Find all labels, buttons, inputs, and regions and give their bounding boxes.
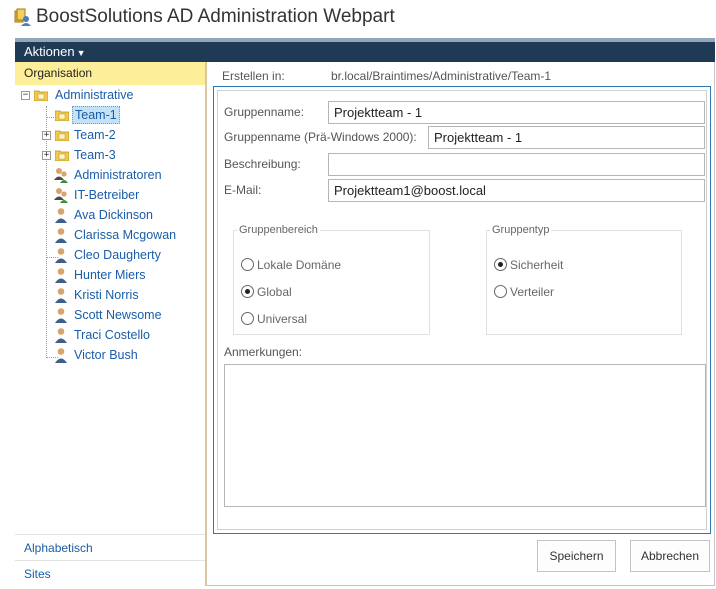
page-title: BoostSolutions AD Administration Webpart [36,6,395,27]
tree-item-user[interactable]: Kristi Norris [15,286,205,304]
group-icon [54,188,68,203]
folder-icon [55,110,69,121]
tree-item-label: Traci Costello [74,328,150,342]
tree-item-label: Cleo Daugherty [74,248,161,262]
tree-item-user[interactable]: Cleo Daugherty [15,246,205,264]
group-type-fieldset: Gruppentyp Sicherheit Verteiler [486,224,682,335]
group-name-input[interactable] [328,101,705,124]
user-icon [55,228,67,243]
scope-option-global[interactable]: Global [241,285,292,299]
nav-alphabetical[interactable]: Alphabetisch [15,534,205,560]
notes-textarea[interactable] [224,364,706,507]
radio-button[interactable] [241,312,254,325]
radio-button[interactable] [494,285,507,298]
radio-label: Verteiler [510,285,555,299]
radio-label: Universal [257,312,308,326]
tree-item-label: Ava Dickinson [74,208,153,222]
tree-item-user[interactable]: Ava Dickinson [15,206,205,224]
tree-item-label: Victor Bush [74,348,138,362]
tree-item-label: Team-2 [74,128,116,142]
group-name-pre2000-label: Gruppenname (Prä-Windows 2000): [224,130,417,144]
email-label: E-Mail: [224,183,262,197]
email-input[interactable] [328,179,705,202]
tree-item-user[interactable]: Hunter Miers [15,266,205,284]
save-button[interactable]: Speichern [537,540,616,572]
nav-organisation[interactable]: Organisation [15,62,205,85]
tree-item-it-betreiber[interactable]: IT-Betreiber [15,186,205,204]
tree-item-user[interactable]: Victor Bush [15,346,205,364]
user-icon [55,288,67,303]
radio-label: Lokale Domäne [257,258,342,272]
tree-item-user[interactable]: Scott Newsome [15,306,205,324]
radio-button-checked[interactable] [241,285,254,298]
group-name-label: Gruppenname: [224,105,305,119]
tree-item-label: Hunter Miers [74,268,146,282]
user-icon [55,248,67,263]
tree-item-label: Scott Newsome [74,308,162,322]
group-scope-fieldset: Gruppenbereich Lokale Domäne Global Univ… [233,224,430,335]
expand-icon[interactable]: + [42,131,51,140]
created-in-path: br.local/Braintimes/Administrative/Team-… [331,69,552,83]
tree-item-administratoren[interactable]: Administratoren [15,166,205,184]
radio-button-checked[interactable] [494,258,507,271]
group-name-pre2000-input[interactable] [428,126,705,149]
tree-item-label: Team-1 [72,106,120,124]
tree-item-user[interactable]: Traci Costello [15,326,205,344]
collapse-icon[interactable]: − [21,91,30,100]
scope-option-local-domain[interactable]: Lokale Domäne [241,258,341,272]
actions-menu-button[interactable]: Aktionen ▼ [24,44,86,59]
tree-item-team-1[interactable]: Team-1 [15,106,205,124]
actions-menu-label: Aktionen [24,44,75,59]
user-icon [55,308,67,323]
group-scope-legend: Gruppenbereich [239,224,318,236]
type-option-distribution[interactable]: Verteiler [494,285,554,299]
user-icon [55,348,67,363]
group-type-legend: Gruppentyp [492,224,550,236]
actions-bar: Aktionen ▼ [15,38,715,62]
description-input[interactable] [328,153,705,176]
user-icon [55,328,67,343]
folder-icon [34,90,48,101]
group-icon [54,168,68,183]
user-icon [55,268,67,283]
notes-label: Anmerkungen: [224,345,303,359]
tree-item-label: Team-3 [74,148,116,162]
scope-option-universal[interactable]: Universal [241,312,307,326]
expand-icon[interactable]: + [42,151,51,160]
tree-item-user[interactable]: Clarissa Mcgowan [15,226,205,244]
radio-label: Global [257,285,292,299]
nav-sites[interactable]: Sites [15,560,205,586]
tree-item-label: Administratoren [74,168,162,182]
tree-item-label: Kristi Norris [74,288,139,302]
folder-icon [55,150,69,161]
tree-item-administrative[interactable]: − Administrative [15,86,205,104]
tree-item-label: IT-Betreiber [74,188,140,202]
user-icon [55,208,67,223]
cancel-button[interactable]: Abbrechen [630,540,710,572]
caret-down-icon: ▼ [76,48,86,58]
radio-label: Sicherheit [510,258,564,272]
description-label: Beschreibung: [224,157,301,171]
folder-icon [55,130,69,141]
tree-item-team-2[interactable]: + Team-2 [15,126,205,144]
tree-item-team-3[interactable]: + Team-3 [15,146,205,164]
created-in-label: Erstellen in: [222,69,285,83]
org-tree: − Administrative Team-1 + Team-2 + Team-… [15,85,205,515]
tree-item-label: Clarissa Mcgowan [74,228,177,242]
left-nav-panel: Organisation − Administrative Team-1 + T… [15,62,207,586]
tree-item-label: Administrative [55,88,134,102]
radio-button[interactable] [241,258,254,271]
type-option-security[interactable]: Sicherheit [494,258,563,272]
ad-admin-icon [14,8,31,26]
